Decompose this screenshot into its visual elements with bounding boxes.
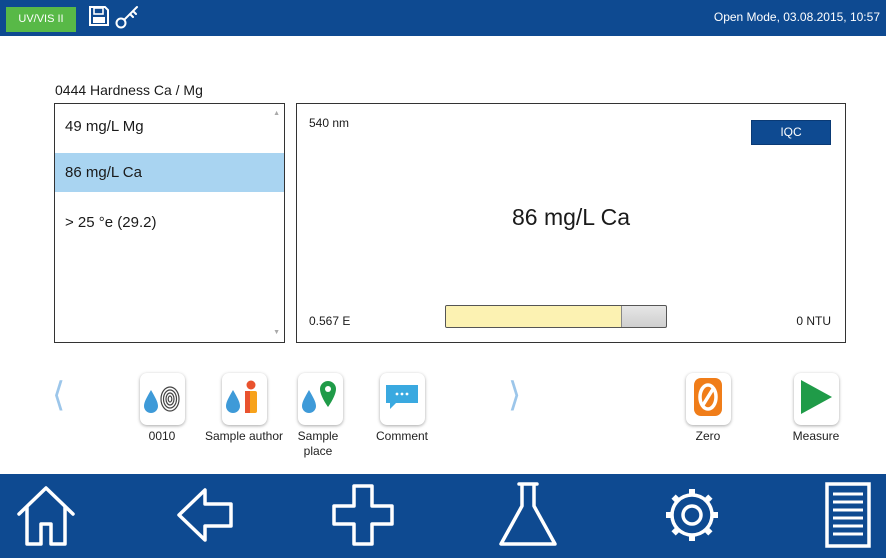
status-text: Open Mode, 03.08.2015, 10:57 [713, 10, 880, 24]
level-bar-fill [446, 306, 622, 327]
measure-button[interactable]: Measure [766, 373, 866, 444]
zero-icon [688, 375, 728, 424]
list-item[interactable]: 49 mg/L Mg [55, 107, 284, 146]
main-result: 86 mg/L Ca [511, 204, 631, 230]
top-bar: UV/VIS II Open Mode, 03.08.2015, 10:57 [0, 0, 886, 36]
list-item[interactable]: > 25 °e (29.2) [55, 203, 284, 242]
add-button[interactable] [325, 478, 401, 556]
measurement-panel: 540 nm IQC 86 mg/L Ca 0.567 E 0 NTU [296, 103, 846, 343]
iqc-button[interactable]: IQC [751, 120, 831, 145]
save-icon[interactable] [88, 5, 110, 32]
action-label: Comment [375, 429, 428, 443]
previous-page-arrow[interactable]: ⟨ [52, 378, 65, 412]
list-item-selected[interactable]: 86 mg/L Ca [55, 153, 284, 192]
wavelength-readout: 540 nm [309, 116, 350, 130]
scroll-down-icon[interactable]: ▼ [273, 329, 280, 336]
turbidity-readout: 0 NTU [796, 314, 831, 328]
flask-button[interactable] [490, 478, 566, 556]
action-label: Measure [792, 429, 840, 443]
method-title: 0444 Hardness Ca / Mg [55, 82, 203, 98]
back-icon [171, 480, 237, 555]
comment-button[interactable]: Comment [352, 373, 452, 444]
mode-badge[interactable]: UV/VIS II [6, 7, 76, 32]
key-icon[interactable] [114, 4, 142, 35]
next-page-arrow[interactable]: ⟩ [508, 378, 521, 412]
settings-icon [659, 480, 725, 555]
result-list[interactable]: 49 mg/L Mg 86 mg/L Ca > 25 °e (29.2) ▲ ▼ [54, 103, 285, 343]
scroll-up-icon[interactable]: ▲ [273, 110, 280, 117]
action-label: Zero [695, 429, 721, 443]
extinction-readout: 0.567 E [309, 314, 351, 328]
action-label: Sample place [297, 429, 339, 458]
home-icon [13, 480, 79, 555]
back-button[interactable] [166, 478, 242, 556]
comment-icon [382, 377, 422, 422]
home-button[interactable] [8, 478, 84, 556]
zero-button[interactable]: Zero [658, 373, 758, 444]
location-drop-icon [300, 377, 340, 422]
menu-button[interactable] [810, 478, 886, 556]
flask-icon [495, 480, 561, 555]
menu-icon [815, 480, 881, 555]
bottom-navigation [0, 474, 886, 558]
fingerprint-drop-icon [142, 377, 182, 422]
person-drop-icon [224, 377, 264, 422]
level-bar [445, 305, 667, 328]
play-icon [796, 375, 836, 424]
add-icon [330, 480, 396, 555]
settings-button[interactable] [654, 478, 730, 556]
